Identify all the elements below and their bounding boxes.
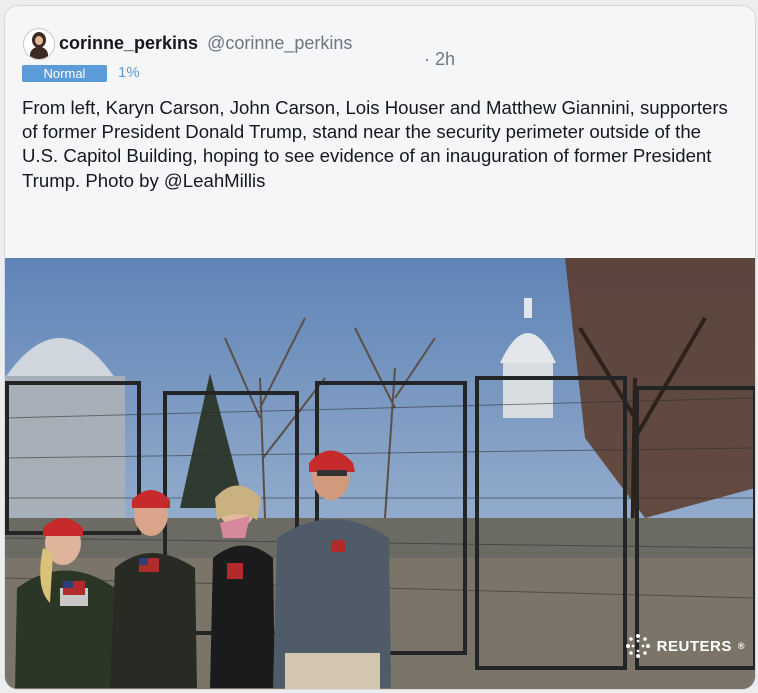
tweet-photo[interactable]: REUTERS ® — [5, 258, 755, 689]
author-row: corinne_perkins @corinne_perkins — [59, 33, 352, 54]
avatar[interactable] — [23, 28, 55, 60]
reuters-dots-icon — [625, 634, 650, 658]
photo-scene — [5, 258, 755, 689]
percent-label: 1% — [118, 64, 140, 81]
display-name[interactable]: corinne_perkins — [59, 33, 198, 53]
tweet-card[interactable]: corinne_perkins @corinne_perkins · 2h No… — [4, 5, 756, 690]
photo-credit: REUTERS ® — [625, 633, 745, 659]
timestamp[interactable]: · 2h — [424, 49, 455, 70]
tweet-text: From left, Karyn Carson, John Carson, Lo… — [22, 97, 728, 191]
status-badge: Normal — [22, 65, 107, 82]
reuters-trademark: ® — [737, 641, 745, 651]
user-handle[interactable]: @corinne_perkins — [207, 33, 352, 53]
reuters-credit-text: REUTERS — [656, 637, 732, 655]
